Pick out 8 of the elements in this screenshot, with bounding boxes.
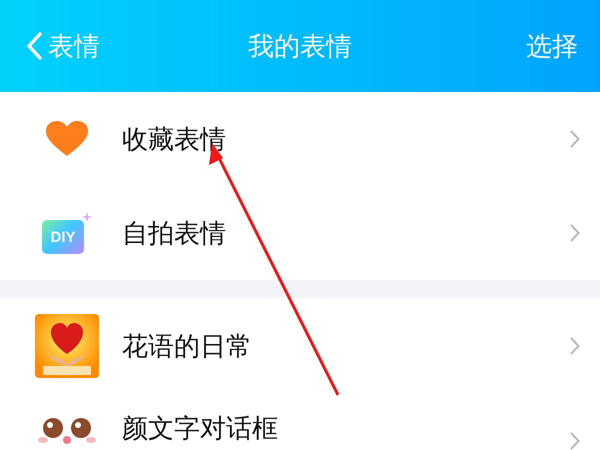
page-title: 我的表情	[248, 32, 352, 62]
chevron-right-icon	[570, 224, 580, 242]
back-chevron-icon	[26, 32, 42, 60]
chevron-right-icon	[570, 337, 580, 355]
heart-icon	[46, 121, 88, 157]
chevron-right-icon	[570, 130, 580, 148]
chevron-right-icon	[570, 432, 580, 450]
rose-heart-sticker-drawing	[35, 314, 99, 378]
